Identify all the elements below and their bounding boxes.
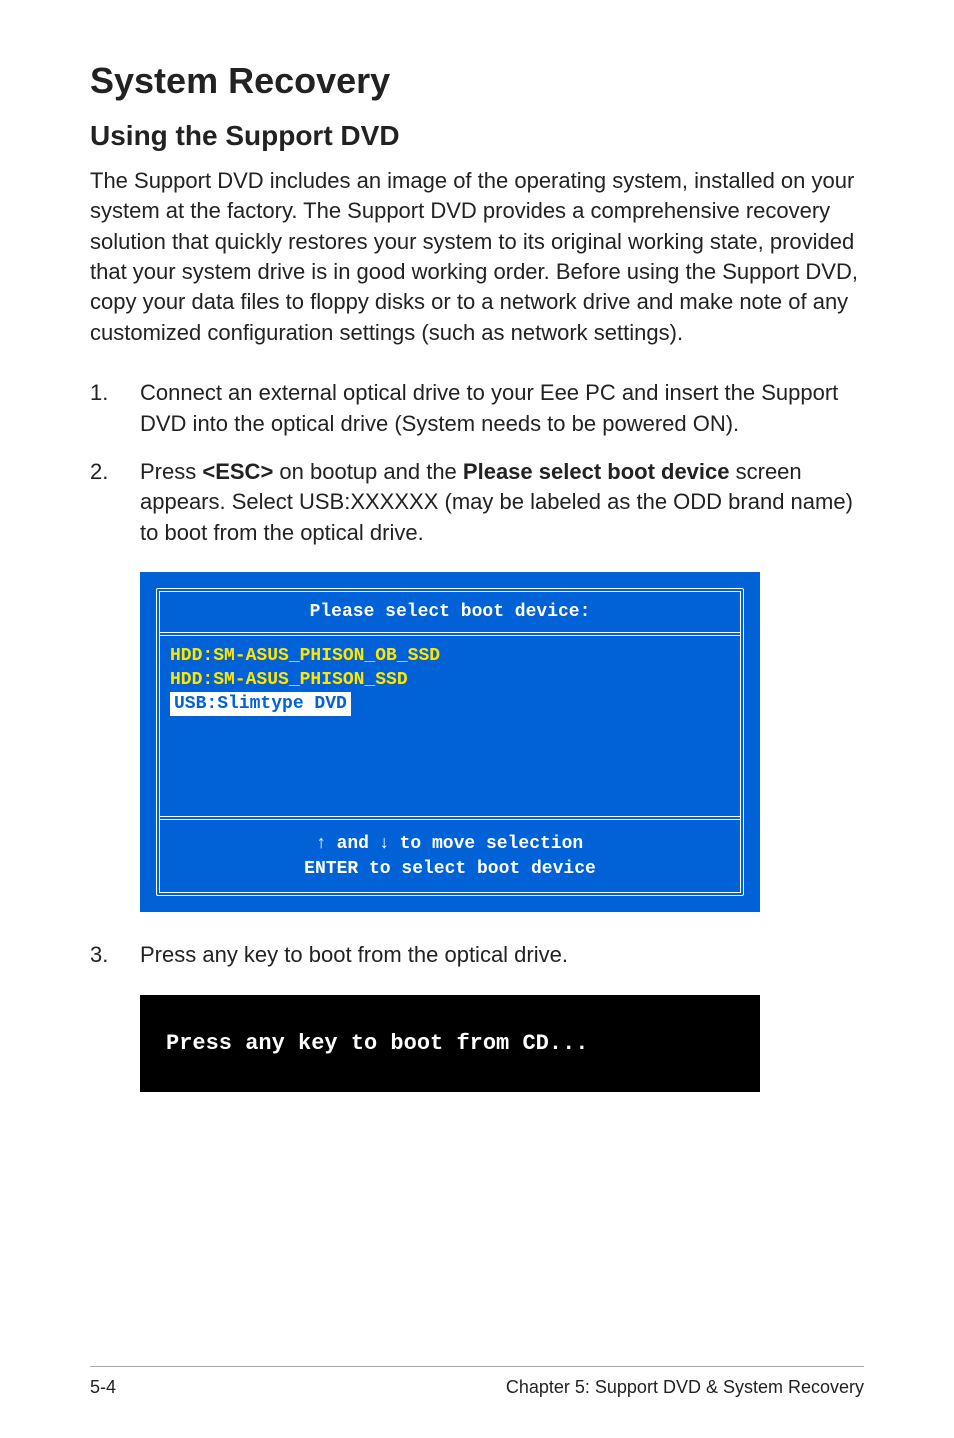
boot-device-item[interactable]: HDD:SM-ASUS_PHISON_SSD	[170, 668, 730, 692]
list-body: Press <ESC> on bootup and the Please sel…	[140, 457, 864, 548]
boot-body: HDD:SM-ASUS_PHISON_OB_SSD HDD:SM-ASUS_PH…	[160, 636, 740, 816]
page-footer: 5-4 Chapter 5: Support DVD & System Reco…	[90, 1366, 864, 1398]
list-item: 1. Connect an external optical drive to …	[90, 378, 864, 439]
boot-frame: Please select boot device: HDD:SM-ASUS_P…	[156, 588, 744, 896]
steps-list: 1. Connect an external optical drive to …	[90, 378, 864, 548]
steps-list-cont: 3. Press any key to boot from the optica…	[90, 940, 864, 970]
list-number: 2.	[90, 457, 140, 548]
list-item: 2. Press <ESC> on bootup and the Please …	[90, 457, 864, 548]
boot-header: Please select boot device:	[160, 592, 740, 636]
boot-panel-bg: Please select boot device: HDD:SM-ASUS_P…	[140, 572, 760, 912]
esc-key: <ESC>	[202, 459, 273, 484]
section-heading: Using the Support DVD	[90, 120, 864, 152]
list-body: Press any key to boot from the optical d…	[140, 940, 864, 970]
text: and	[326, 834, 380, 854]
text: on bootup and the	[273, 459, 463, 484]
boot-footer-line2: ENTER to select boot device	[168, 857, 732, 882]
text: Press	[140, 459, 202, 484]
page-number: 5-4	[90, 1377, 116, 1398]
list-number: 1.	[90, 378, 140, 439]
arrow-down-icon: ↓	[380, 832, 389, 852]
list-body: Connect an external optical drive to you…	[140, 378, 864, 439]
text: to move selection	[389, 834, 583, 854]
boot-device-item-selected[interactable]: USB:Slimtype DVD	[170, 692, 351, 716]
press-key-panel: Press any key to boot from CD...	[140, 995, 760, 1092]
arrow-up-icon: ↑	[317, 832, 326, 852]
page-title: System Recovery	[90, 60, 864, 102]
boot-device-panel: Please select boot device: HDD:SM-ASUS_P…	[140, 572, 864, 912]
boot-device-item[interactable]: HDD:SM-ASUS_PHISON_OB_SSD	[170, 644, 730, 668]
bold-text: Please select boot device	[463, 459, 730, 484]
list-item: 3. Press any key to boot from the optica…	[90, 940, 864, 970]
boot-footer: ↑ and ↓ to move selection ENTER to selec…	[160, 816, 740, 892]
press-key-panel-wrap: Press any key to boot from CD...	[140, 995, 864, 1092]
list-number: 3.	[90, 940, 140, 970]
intro-paragraph: The Support DVD includes an image of the…	[90, 166, 864, 348]
chapter-label: Chapter 5: Support DVD & System Recovery	[506, 1377, 864, 1398]
